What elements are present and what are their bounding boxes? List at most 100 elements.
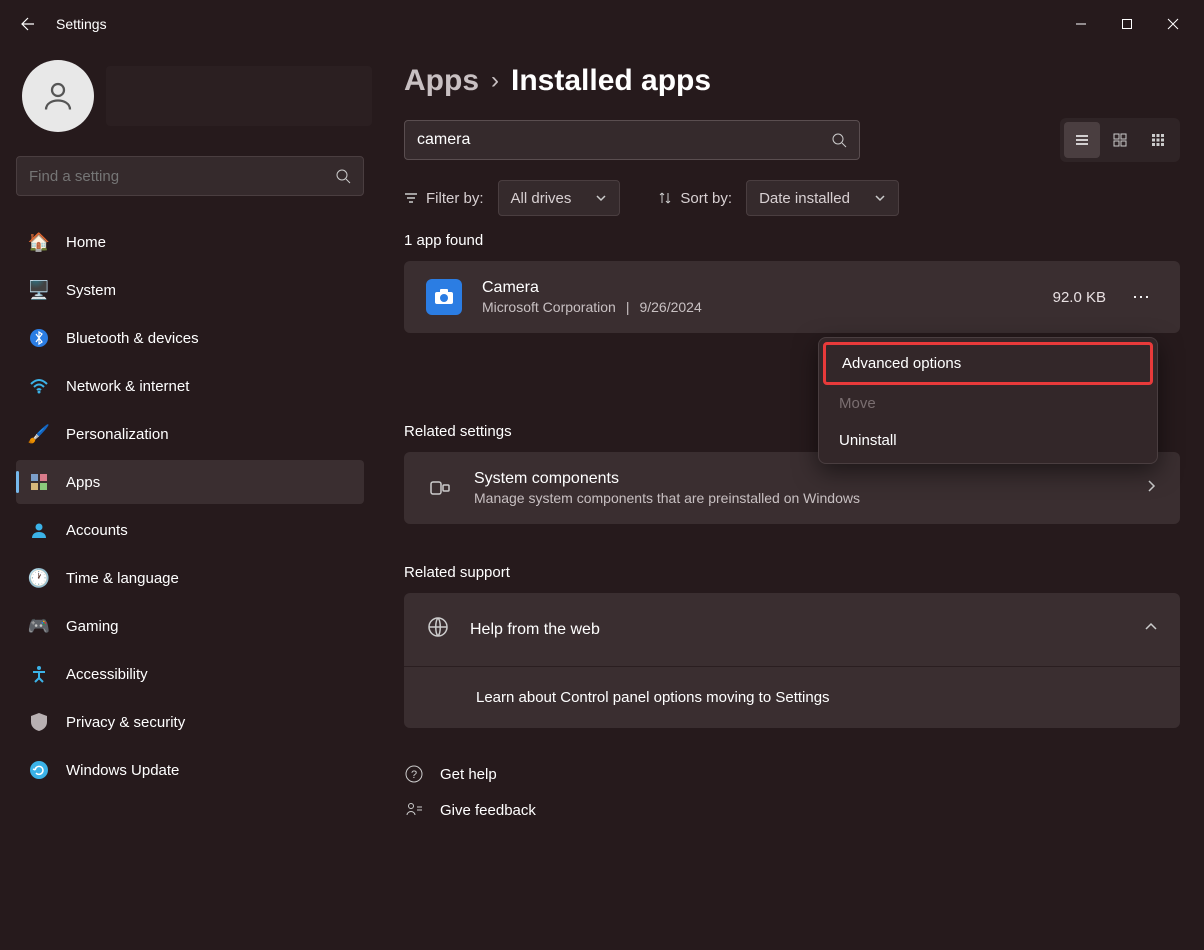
menu-move: Move <box>823 385 1153 422</box>
chevron-right-icon: › <box>491 67 499 95</box>
app-search-input[interactable] <box>417 131 831 149</box>
camera-app-icon <box>426 279 462 315</box>
user-details-redacted <box>106 66 372 126</box>
window-controls <box>1058 8 1196 40</box>
sidebar: 🏠 Home 🖥️ System Bluetooth & devices Netwo… <box>0 48 380 950</box>
app-size: 92.0 KB <box>1053 289 1106 306</box>
sort-dropdown[interactable]: Date installed <box>746 180 899 216</box>
sidebar-item-label: Time & language <box>66 570 179 587</box>
sidebar-item-time[interactable]: 🕐 Time & language <box>16 556 364 600</box>
sidebar-item-network[interactable]: Network & internet <box>16 364 364 408</box>
list-icon <box>1074 132 1090 148</box>
sidebar-item-label: Personalization <box>66 426 169 443</box>
view-tiles-button[interactable] <box>1140 122 1176 158</box>
gaming-icon: 🎮 <box>28 615 50 637</box>
avatar <box>22 60 94 132</box>
main-content: Apps › Installed apps Filter by: All dri… <box>380 48 1204 950</box>
view-grid-button[interactable] <box>1102 122 1138 158</box>
sidebar-item-system[interactable]: 🖥️ System <box>16 268 364 312</box>
sidebar-item-privacy[interactable]: Privacy & security <box>16 700 364 744</box>
sidebar-item-update[interactable]: Windows Update <box>16 748 364 792</box>
svg-text:?: ? <box>411 769 417 781</box>
sidebar-item-accessibility[interactable]: Accessibility <box>16 652 364 696</box>
system-icon: 🖥️ <box>28 279 50 301</box>
help-icon: ? <box>404 764 424 784</box>
sidebar-item-label: Home <box>66 234 106 251</box>
shield-icon <box>28 711 50 733</box>
grid-icon <box>1112 132 1128 148</box>
sort-label: Sort by: <box>658 190 732 207</box>
sidebar-item-accounts[interactable]: Accounts <box>16 508 364 552</box>
camera-icon <box>433 286 455 308</box>
titlebar: Settings <box>0 0 1204 48</box>
sidebar-item-personalization[interactable]: 🖌️ Personalization <box>16 412 364 456</box>
home-icon: 🏠 <box>28 231 50 253</box>
close-icon <box>1167 18 1179 30</box>
sidebar-item-bluetooth[interactable]: Bluetooth & devices <box>16 316 364 360</box>
sidebar-item-label: Bluetooth & devices <box>66 330 199 347</box>
sort-value: Date installed <box>759 190 850 207</box>
chevron-down-icon <box>595 192 607 204</box>
filter-dropdown[interactable]: All drives <box>498 180 621 216</box>
breadcrumb-parent[interactable]: Apps <box>404 64 479 98</box>
menu-uninstall[interactable]: Uninstall <box>823 422 1153 459</box>
close-button[interactable] <box>1150 8 1196 40</box>
app-name: Camera <box>482 279 702 297</box>
card-subtitle: Manage system components that are preins… <box>474 490 860 506</box>
filter-value: All drives <box>511 190 572 207</box>
help-from-web-card[interactable]: Help from the web <box>404 593 1180 667</box>
bluetooth-icon <box>28 327 50 349</box>
search-icon <box>831 132 847 148</box>
maximize-icon <box>1121 18 1133 30</box>
brush-icon: 🖌️ <box>28 423 50 445</box>
page-title: Installed apps <box>511 64 711 98</box>
back-button[interactable] <box>8 4 48 44</box>
clock-icon: 🕐 <box>28 567 50 589</box>
wifi-icon <box>28 375 50 397</box>
breadcrumb: Apps › Installed apps <box>404 64 1180 98</box>
app-date: 9/26/2024 <box>639 299 701 315</box>
sidebar-item-label: System <box>66 282 116 299</box>
user-row[interactable] <box>16 60 372 132</box>
help-link[interactable]: Learn about Control panel options moving… <box>404 667 1180 728</box>
arrow-left-icon <box>20 16 36 32</box>
app-row-camera[interactable]: Camera Microsoft Corporation | 9/26/2024… <box>404 261 1180 333</box>
filter-icon <box>404 191 418 205</box>
tiles-icon <box>1150 132 1166 148</box>
related-support-heading: Related support <box>404 564 1180 581</box>
sidebar-item-label: Accounts <box>66 522 128 539</box>
accessibility-icon <box>28 663 50 685</box>
titlebar-title: Settings <box>56 16 107 32</box>
chevron-up-icon <box>1144 620 1158 639</box>
feedback-icon <box>404 800 424 820</box>
view-toggle <box>1060 118 1180 162</box>
filter-row: Filter by: All drives Sort by: Date inst… <box>404 180 1180 216</box>
maximize-button[interactable] <box>1104 8 1150 40</box>
app-publisher: Microsoft Corporation <box>482 299 616 315</box>
person-icon <box>40 78 76 114</box>
sidebar-item-label: Privacy & security <box>66 714 185 731</box>
view-list-button[interactable] <box>1064 122 1100 158</box>
app-more-button[interactable]: ⋯ <box>1126 287 1158 308</box>
menu-advanced-options[interactable]: Advanced options <box>823 342 1153 385</box>
chevron-right-icon <box>1144 479 1158 498</box>
sidebar-item-apps[interactable]: Apps <box>16 460 364 504</box>
sidebar-item-gaming[interactable]: 🎮 Gaming <box>16 604 364 648</box>
get-help-link[interactable]: ? Get help <box>404 756 1180 792</box>
result-count: 1 app found <box>404 232 1180 249</box>
app-search-box[interactable] <box>404 120 860 160</box>
filter-label: Filter by: <box>404 190 484 207</box>
app-context-menu: Advanced options Move Uninstall <box>818 337 1158 464</box>
minimize-button[interactable] <box>1058 8 1104 40</box>
update-icon <box>28 759 50 781</box>
find-setting-box[interactable] <box>16 156 364 196</box>
sidebar-item-label: Windows Update <box>66 762 179 779</box>
find-setting-input[interactable] <box>29 168 335 185</box>
sidebar-item-label: Accessibility <box>66 666 148 683</box>
card-title: System components <box>474 470 860 488</box>
apps-icon <box>28 471 50 493</box>
sidebar-item-label: Gaming <box>66 618 119 635</box>
sidebar-item-home[interactable]: 🏠 Home <box>16 220 364 264</box>
give-feedback-link[interactable]: Give feedback <box>404 792 1180 828</box>
sidebar-item-label: Network & internet <box>66 378 189 395</box>
